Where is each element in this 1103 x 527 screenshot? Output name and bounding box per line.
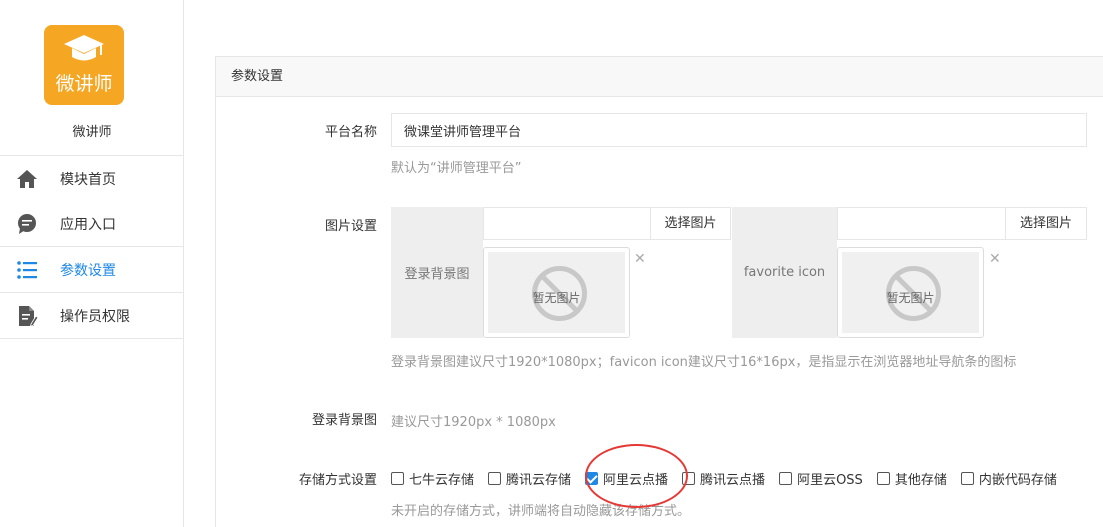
checkbox[interactable] [779, 471, 793, 485]
login-bg-thumbnail: 暂无图片 [483, 247, 630, 338]
login-bg-uploader: 登录背景图 选择图片 暂无图片 ✕ [391, 207, 731, 338]
login-bg-path-field[interactable] [483, 207, 651, 240]
sidebar-item-label: 操作员权限 [60, 308, 130, 325]
app-name: 微讲师 [72, 125, 112, 140]
home-icon [17, 170, 37, 188]
favicon-thumbnail: 暂无图片 [837, 247, 984, 338]
storage-option-other[interactable]: 其他存储 [876, 469, 947, 488]
checkbox-checked[interactable] [585, 471, 599, 485]
sidebar: 微讲师 微讲师 模块首页 应用入口 参数设置 操作员权限 [0, 0, 184, 527]
platform-name-label: 平台名称 [324, 125, 377, 140]
checkbox[interactable] [960, 471, 974, 485]
sidebar-item-module-home[interactable]: 模块首页 [0, 156, 184, 201]
sidebar-item-label: 应用入口 [60, 216, 116, 233]
no-image-text: 暂无图片 [532, 291, 581, 305]
chat-bubble-icon [18, 214, 36, 234]
checkbox-label: 腾讯云点播 [700, 472, 766, 488]
checkbox[interactable] [682, 471, 696, 485]
platform-name-input[interactable] [391, 113, 1087, 147]
storage-option-aliyun-oss[interactable]: 阿里云OSS [779, 469, 863, 488]
favicon-path-field[interactable] [837, 207, 1006, 240]
image-placeholder: 暂无图片 [488, 252, 625, 333]
storage-settings-label: 存储方式设置 [298, 473, 377, 488]
checkbox-label: 内嵌代码存储 [978, 472, 1057, 488]
platform-name-hint: 默认为“讲师管理平台” [391, 161, 522, 176]
no-image-text: 暂无图片 [886, 291, 935, 305]
sidebar-item-label: 模块首页 [60, 171, 116, 188]
favicon-select-button[interactable]: 选择图片 [1005, 207, 1087, 240]
login-bg-row-label: 登录背景图 [311, 413, 377, 428]
sidebar-item-parameter-settings[interactable]: 参数设置 [0, 247, 184, 292]
sidebar-item-operator-permissions[interactable]: 操作员权限 [0, 293, 184, 338]
sidebar-item-label: 参数设置 [60, 262, 116, 279]
nav-group-permissions: 操作员权限 [0, 292, 184, 339]
panel-title: 参数设置 [216, 57, 1103, 97]
checkbox[interactable] [876, 471, 890, 485]
login-bg-row-hint: 建议尺寸1920px * 1080px [391, 415, 556, 430]
nav-group-settings: 参数设置 [0, 246, 184, 292]
sidebar-item-app-entry[interactable]: 应用入口 [0, 201, 184, 246]
checkbox-label: 阿里云OSS [797, 472, 863, 488]
checkbox-label: 其他存储 [894, 472, 947, 488]
graduation-cap-icon [64, 35, 104, 61]
image-placeholder: 暂无图片 [842, 252, 979, 333]
storage-hint: 未开启的存储方式，讲师端将自动隐藏该存储方式。 [391, 504, 691, 519]
storage-options: 七牛云存储 腾讯云存储 阿里云点播 腾讯云点播 阿里云OSS 其他存储 内嵌代码… [391, 468, 1057, 488]
list-icon [17, 261, 37, 279]
login-bg-select-button[interactable]: 选择图片 [650, 207, 731, 240]
favicon-uploader: favorite icon 选择图片 暂无图片 ✕ [732, 207, 1087, 338]
logo-text: 微讲师 [55, 73, 113, 95]
checkbox[interactable] [391, 471, 404, 485]
storage-option-embedded-code[interactable]: 内嵌代码存储 [960, 469, 1057, 488]
image-settings-hint: 登录背景图建议尺寸1920*1080px；favicon icon建议尺寸16*… [391, 355, 1017, 370]
document-edit-icon [19, 306, 38, 327]
storage-option-tencent-vod[interactable]: 腾讯云点播 [682, 469, 765, 488]
image-settings-label: 图片设置 [324, 219, 377, 234]
favicon-side-label: favorite icon [732, 207, 837, 338]
nav-group-main: 模块首页 应用入口 [0, 155, 184, 246]
storage-option-tencent-cloud[interactable]: 腾讯云存储 [488, 469, 571, 488]
checkbox-label: 腾讯云存储 [506, 472, 572, 488]
storage-option-qiniu[interactable]: 七牛云存储 [391, 469, 474, 488]
login-bg-side-label: 登录背景图 [391, 207, 483, 338]
close-icon[interactable]: ✕ [634, 251, 646, 267]
sidebar-nav: 模块首页 应用入口 参数设置 操作员权限 [0, 155, 184, 339]
close-icon[interactable]: ✕ [989, 251, 1001, 267]
storage-option-aliyun-vod[interactable]: 阿里云点播 [585, 469, 668, 488]
checkbox[interactable] [488, 471, 502, 485]
checkbox-label: 七牛云存储 [409, 472, 475, 488]
app-logo: 微讲师 [44, 25, 124, 105]
checkbox-label: 阿里云点播 [603, 472, 669, 488]
